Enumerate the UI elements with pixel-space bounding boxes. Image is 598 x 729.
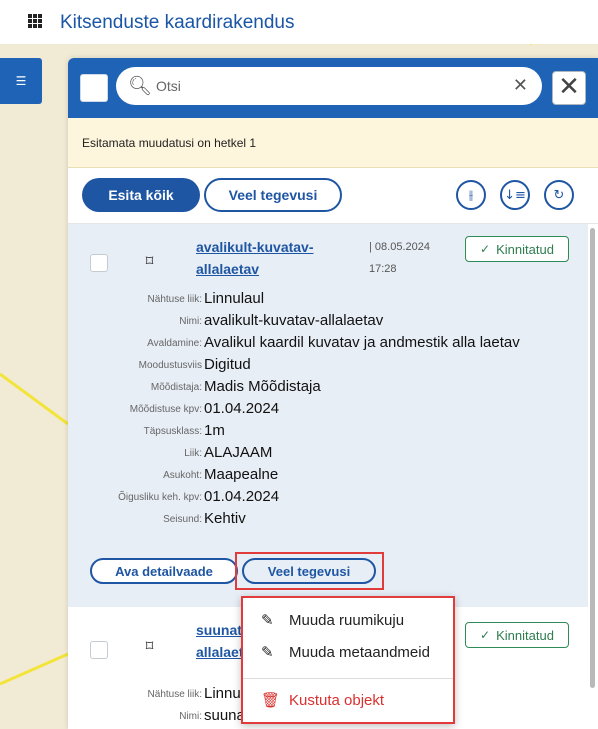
field-value: Linnul [204,685,245,702]
object-title-line2: allalaetav [196,261,260,277]
field-label: Moodustusviis [138,360,202,371]
menu-item-label: Kustuta objekt [289,692,385,709]
card-more-actions-button[interactable]: Veel tegevusi [242,558,376,584]
field-label: Nähtuse liik: [147,689,202,700]
field-row: Nimi: avalikult-kuvatav-allalaetav [68,312,588,333]
field-value: Avalikul kaardil kuvatav ja andmestik al… [204,334,520,351]
field-value: Digitud [204,356,251,373]
field-row: Õigusliku keh. kpv: 01.04.2024 [68,488,588,509]
trash-icon: 🗑︎ [261,691,281,709]
refresh-icon[interactable]: ↻ [544,180,574,210]
menu-item-label: Muuda ruumikuju [289,612,405,629]
side-panel-toggle-button[interactable]: ☰ [0,58,42,104]
field-row: Mõõdistuse kpv: 01.04.2024 [68,400,588,421]
menu-item-edit-metadata[interactable]: ✎ Muuda metaandmeid [243,636,453,670]
polygon-geometry-icon: ⌑ [145,637,155,655]
menu-item-label: Muuda metaandmeid [289,644,430,661]
field-value: Kehtiv [204,510,246,527]
object-card: ⌑ avalikult-kuvatav- allalaetav | 08.05.… [68,224,588,607]
check-icon: ✓ [480,628,491,642]
field-label: Nimi: [179,316,202,327]
notice-text: Esitamata muudatusi on hetkel 1 [82,136,257,150]
more-actions-button[interactable]: Veel tegevusi [204,178,342,212]
search-input[interactable] [156,75,496,97]
search-box: 🔍︎ ✕ [116,67,542,105]
field-row: Täpsusklass: 1m [68,422,588,443]
filter-sliders-icon[interactable]: ⫲ [456,180,486,210]
field-label: Õigusliku keh. kpv: [118,492,202,503]
status-label: Kinnitatud [496,627,554,643]
object-title-link[interactable]: avalikult-kuvatav- allalaetav [196,236,346,280]
field-label: Mõõdistuse kpv: [129,404,202,415]
actions-bar: Esita kõik Veel tegevusi ⫲ ↓≡ ↻ [68,168,598,224]
field-row: Liik: ALAJAAM [68,444,588,465]
field-row: Nähtuse liik: Linnulaul [68,290,588,311]
list-indent-icon: ☰ [15,74,27,88]
field-value: 01.04.2024 [204,400,280,417]
field-value: Madis Mõõdistaja [204,378,321,395]
field-label: Liik: [184,448,202,459]
card-checkbox[interactable] [90,641,108,659]
apps-grid-icon[interactable] [28,14,42,28]
status-badge: ✓ Kinnitatud [465,622,569,648]
menu-item-delete-object[interactable]: 🗑︎ Kustuta objekt [243,684,453,718]
field-label: Avaldamine: [147,338,202,349]
open-detail-button[interactable]: Ava detailvaade [90,558,238,584]
field-value: 01.04.2024 [204,488,280,505]
check-icon: ✓ [480,242,491,256]
more-actions-menu: ✎ Muuda ruumikuju ✎ Muuda metaandmeid 🗑︎… [241,596,455,724]
search-icon: 🔍︎ [128,75,153,97]
field-label: Mõõdistaja: [150,382,202,393]
list-scrollbar[interactable] [590,228,595,688]
object-date-line1: | 08.05.2024 [369,241,430,253]
submit-all-button[interactable]: Esita kõik [82,178,200,212]
field-label: Seisund: [163,514,202,525]
status-badge: ✓ Kinnitatud [465,236,569,262]
field-label: Asukoht: [163,470,202,481]
field-label: Nähtuse liik: [147,294,202,305]
edit-icon: ✎ [261,643,274,661]
select-all-checkbox[interactable] [80,74,108,102]
status-label: Kinnitatud [496,241,554,257]
object-title-line1: avalikult-kuvatav- [196,239,314,255]
edit-icon: ✎ [261,611,274,629]
field-value: Linnulaul [204,290,265,307]
menu-item-edit-geometry[interactable]: ✎ Muuda ruumikuju [243,604,453,638]
panel-header: 🔍︎ ✕ ✕ [68,58,598,118]
field-row: Moodustusviis Digitud [68,356,588,377]
menu-divider [243,678,453,679]
field-value: 1m [204,422,225,439]
app-title: Kitsenduste kaardirakendus [60,12,295,33]
close-panel-button[interactable]: ✕ [552,71,586,105]
sort-icon[interactable]: ↓≡ [500,180,530,210]
field-row: Mõõdistaja: Madis Mõõdistaja [68,378,588,399]
card-checkbox[interactable] [90,254,108,272]
field-value: avalikult-kuvatav-allalaetav [204,312,384,329]
field-row: Asukoht: Maapealne [68,466,588,487]
field-label: Nimi: [179,711,202,722]
clear-search-icon[interactable]: ✕ [513,75,528,96]
field-value: ALAJAAM [204,444,273,461]
field-row: Seisund: Kehtiv [68,510,588,531]
field-value: Maapealne [204,466,279,483]
object-time-line2: 17:28 [369,263,397,275]
polygon-geometry-icon: ⌑ [145,252,155,270]
field-row: Avaldamine: Avalikul kaardil kuvatav ja a… [68,334,588,355]
field-value: suuna [204,707,245,724]
object-date: | 08.05.2024 17:28 [369,236,459,280]
field-label: Täpsusklass: [143,426,202,437]
top-bar: Kitsenduste kaardirakendus [0,0,598,44]
pending-changes-notice: Esitamata muudatusi on hetkel 1 [68,118,598,168]
